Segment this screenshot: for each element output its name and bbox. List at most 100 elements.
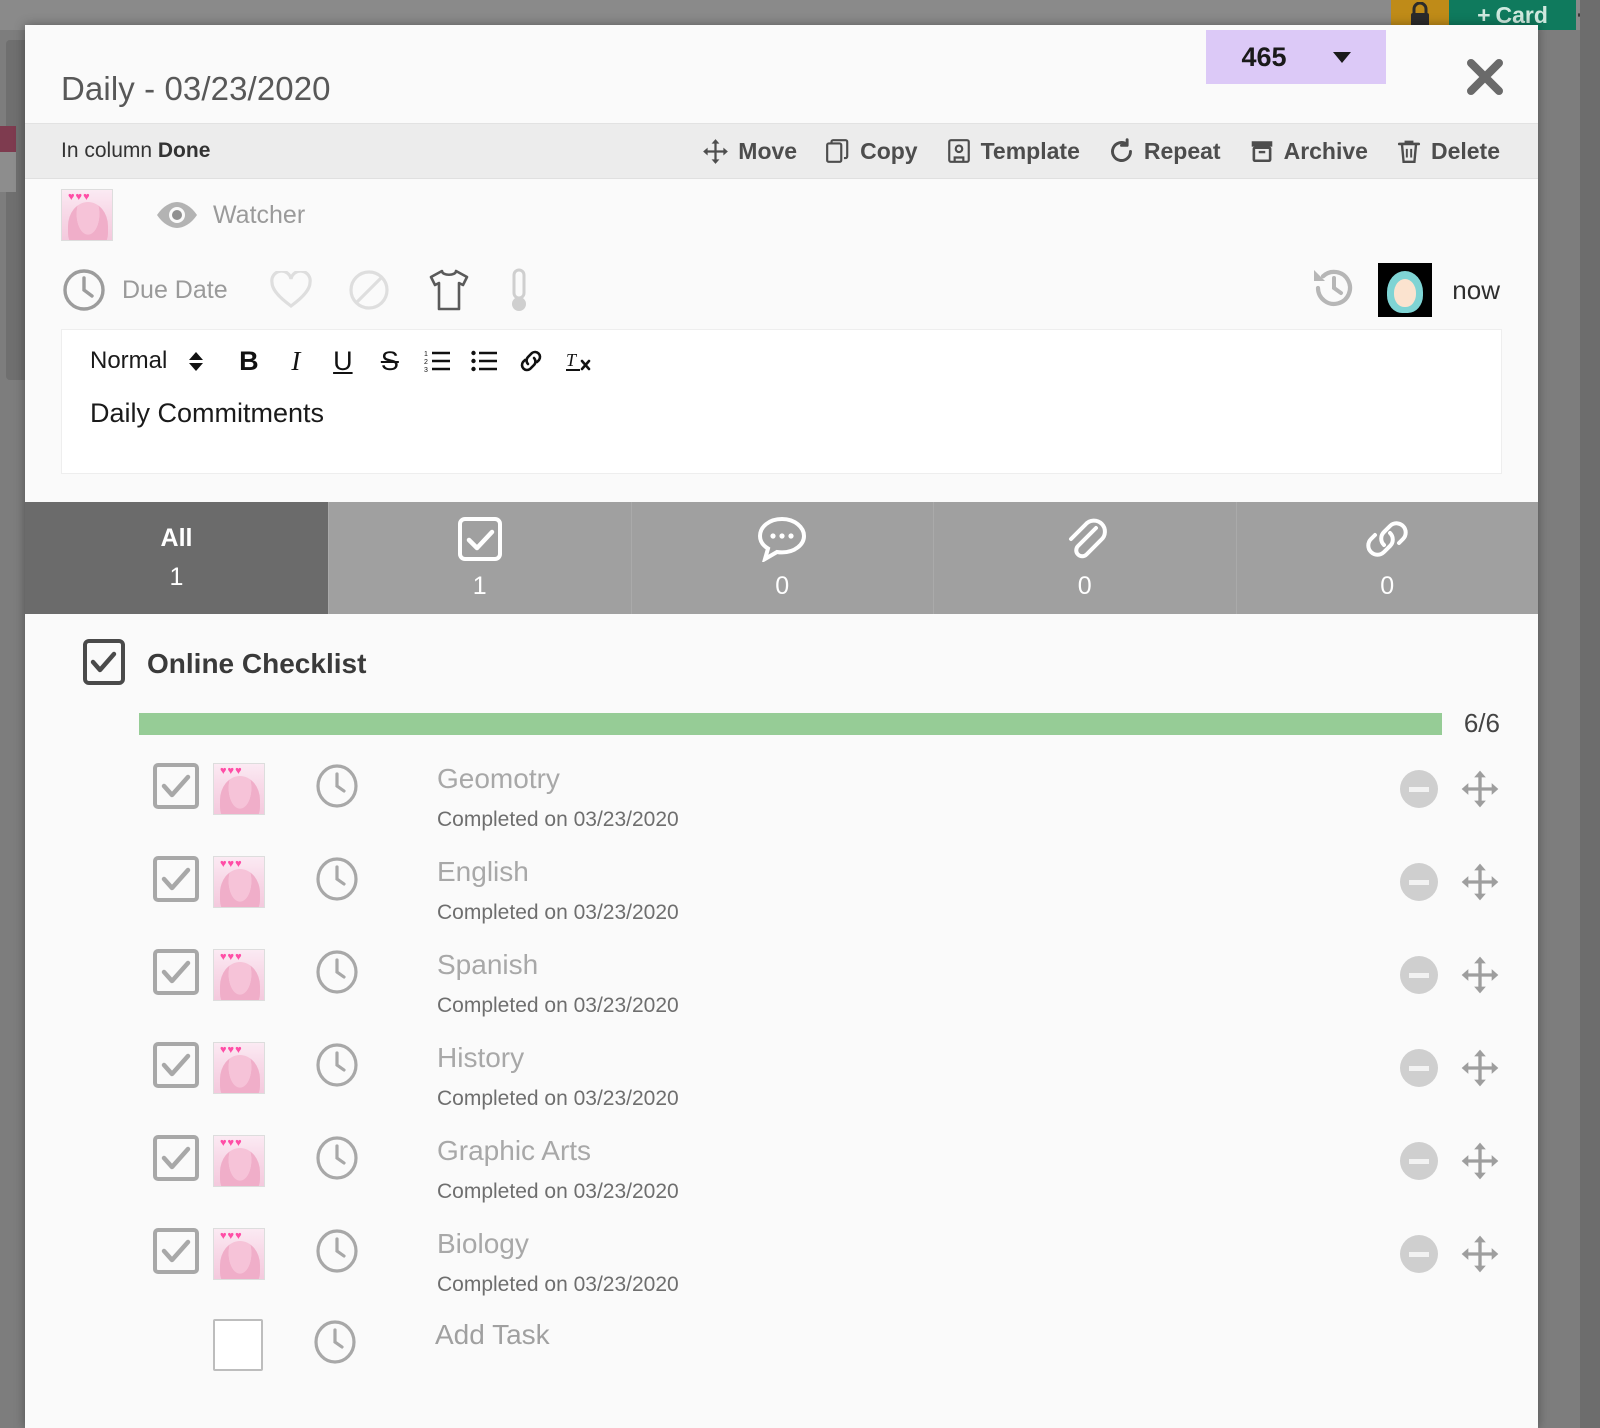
watcher-button[interactable]: Watcher bbox=[155, 200, 305, 230]
heart-button[interactable] bbox=[269, 271, 312, 309]
card-column-status: In column Done bbox=[61, 139, 210, 163]
task-name[interactable]: English bbox=[437, 856, 1400, 888]
remove-task-button[interactable] bbox=[1400, 770, 1438, 808]
tab-links[interactable]: 0 bbox=[1236, 502, 1538, 614]
repeat-icon bbox=[1110, 137, 1132, 162]
tab-checklists[interactable]: 1 bbox=[329, 502, 632, 614]
task-name[interactable]: History bbox=[437, 1042, 1400, 1074]
block-button[interactable] bbox=[348, 269, 390, 311]
bold-button[interactable]: B bbox=[225, 338, 272, 384]
due-date-button[interactable]: Due Date bbox=[61, 267, 228, 313]
underline-button[interactable]: U bbox=[319, 338, 366, 384]
italic-icon: I bbox=[291, 345, 301, 376]
task-member-avatar[interactable] bbox=[213, 856, 265, 908]
card-number: 465 bbox=[1241, 41, 1287, 72]
task-checkbox[interactable] bbox=[153, 1228, 199, 1274]
task-member-avatar[interactable] bbox=[213, 1228, 265, 1280]
task-clock-icon[interactable] bbox=[315, 856, 359, 907]
task-clock-icon[interactable] bbox=[315, 763, 359, 814]
drag-handle-icon[interactable] bbox=[1460, 955, 1500, 995]
tab-attachments-count: 0 bbox=[1077, 571, 1092, 600]
task-name[interactable]: Spanish bbox=[437, 949, 1400, 981]
task-subtitle: Completed on 03/23/2020 bbox=[437, 901, 679, 924]
checklist-title: Online Checklist bbox=[147, 648, 367, 679]
task-member-avatar[interactable] bbox=[213, 763, 265, 815]
repeat-action[interactable]: Repeat bbox=[1108, 138, 1221, 165]
task-clock-icon[interactable] bbox=[315, 949, 359, 1000]
add-task-clock-icon[interactable] bbox=[313, 1319, 357, 1370]
drag-handle-icon[interactable] bbox=[1460, 769, 1500, 809]
tab-attachments[interactable]: 0 bbox=[934, 502, 1237, 614]
tab-all-label: All bbox=[160, 524, 193, 552]
remove-task-button[interactable] bbox=[1400, 1142, 1438, 1180]
remove-task-button[interactable] bbox=[1400, 1049, 1438, 1087]
table-row: English Completed on 03/23/2020 bbox=[25, 832, 1538, 925]
checklist-icon[interactable] bbox=[83, 638, 125, 690]
ordered-list-button[interactable]: 1 2 3 bbox=[413, 338, 460, 384]
task-tools bbox=[1400, 1141, 1500, 1181]
task-member-avatar[interactable] bbox=[213, 1042, 265, 1094]
member-avatar-teal[interactable] bbox=[1378, 263, 1433, 317]
drag-handle-icon[interactable] bbox=[1460, 1048, 1500, 1088]
clear-format-button[interactable]: T bbox=[554, 338, 601, 384]
task-checkbox[interactable] bbox=[153, 763, 199, 809]
remove-task-button[interactable] bbox=[1400, 863, 1438, 901]
bullet-list-button[interactable] bbox=[460, 338, 507, 384]
task-name[interactable]: Biology bbox=[437, 1228, 1400, 1260]
column-prefix-label: In column bbox=[61, 139, 153, 162]
task-clock-icon[interactable] bbox=[315, 1135, 359, 1186]
history-icon bbox=[1314, 269, 1353, 306]
task-checkbox[interactable] bbox=[153, 856, 199, 902]
task-checkbox[interactable] bbox=[153, 949, 199, 995]
archive-action[interactable]: Archive bbox=[1249, 138, 1368, 165]
drag-handle-icon[interactable] bbox=[1460, 1141, 1500, 1181]
template-action[interactable]: Template bbox=[946, 138, 1080, 165]
card-header: Daily - 03/23/2020 465 bbox=[25, 25, 1538, 123]
thermometer-button[interactable] bbox=[508, 267, 530, 313]
eye-icon bbox=[157, 202, 197, 228]
task-name[interactable]: Geomotry bbox=[437, 763, 1400, 795]
editor-style-label[interactable]: Normal bbox=[90, 347, 167, 375]
task-member-avatar[interactable] bbox=[213, 949, 265, 1001]
copy-label: Copy bbox=[860, 137, 918, 164]
italic-button[interactable]: I bbox=[272, 338, 319, 384]
delete-label: Delete bbox=[1430, 137, 1500, 164]
updown-caret-icon[interactable] bbox=[189, 351, 204, 371]
tab-comments[interactable]: 0 bbox=[631, 502, 934, 614]
task-checkbox[interactable] bbox=[153, 1135, 199, 1181]
task-tools bbox=[1400, 955, 1500, 995]
link-chain-icon bbox=[1364, 516, 1410, 562]
strikethrough-button[interactable]: S bbox=[366, 338, 413, 384]
member-avatar-pink[interactable] bbox=[61, 189, 113, 241]
add-task-checkbox[interactable] bbox=[213, 1319, 263, 1371]
task-member-avatar[interactable] bbox=[213, 1135, 265, 1187]
drag-handle-icon[interactable] bbox=[1460, 1234, 1500, 1274]
tshirt-button[interactable] bbox=[426, 268, 472, 312]
minus-icon bbox=[1409, 1065, 1429, 1071]
svg-text:T: T bbox=[566, 350, 578, 370]
copy-action[interactable]: Copy bbox=[825, 138, 918, 165]
card-number-badge[interactable]: 465 bbox=[1206, 30, 1386, 84]
svg-text:1: 1 bbox=[424, 351, 428, 358]
task-clock-icon[interactable] bbox=[315, 1228, 359, 1279]
table-row: Geomotry Completed on 03/23/2020 bbox=[25, 739, 1538, 832]
history-button[interactable] bbox=[1310, 264, 1358, 317]
close-button[interactable] bbox=[1459, 51, 1511, 103]
move-action[interactable]: Move bbox=[702, 138, 797, 165]
task-name[interactable]: Graphic Arts bbox=[437, 1135, 1400, 1167]
tab-all[interactable]: All 1 bbox=[25, 502, 329, 614]
watcher-label: Watcher bbox=[213, 200, 306, 229]
add-task-label[interactable]: Add Task bbox=[435, 1319, 1500, 1351]
window-scroll-rail[interactable] bbox=[1580, 0, 1600, 1428]
description-content[interactable]: Daily Commitments bbox=[62, 392, 1501, 429]
remove-task-button[interactable] bbox=[1400, 1235, 1438, 1273]
tab-all-count: 1 bbox=[169, 563, 184, 591]
remove-task-button[interactable] bbox=[1400, 956, 1438, 994]
drag-handle-icon[interactable] bbox=[1460, 862, 1500, 902]
delete-action[interactable]: Delete bbox=[1396, 138, 1500, 165]
link-button[interactable] bbox=[507, 338, 554, 384]
card-tab-bar: All 1 1 0 0 0 bbox=[25, 502, 1538, 614]
task-clock-icon[interactable] bbox=[315, 1042, 359, 1093]
task-checkbox[interactable] bbox=[153, 1042, 199, 1088]
add-task-row[interactable]: Add Task bbox=[25, 1297, 1538, 1371]
